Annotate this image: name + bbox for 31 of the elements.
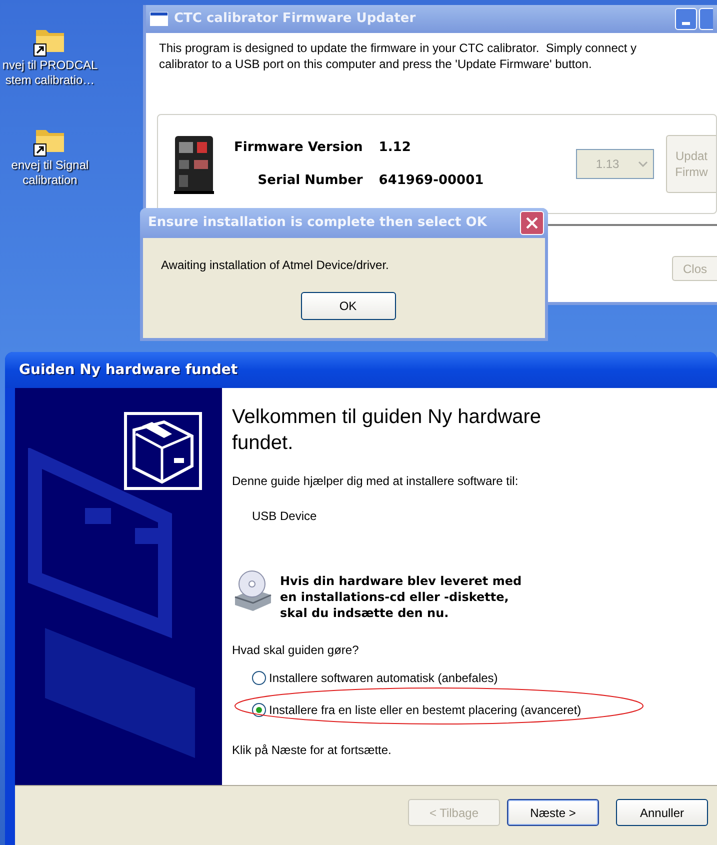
wizard-button[interactable]: Næste >	[507, 799, 599, 826]
dialog-message: Awaiting installation of Atmel Device/driver.	[161, 257, 390, 274]
ok-button[interactable]: OK	[300, 292, 396, 320]
dialog-title: Ensure installation is complete then select OK	[148, 214, 487, 232]
radio-button[interactable]	[252, 671, 266, 685]
radio-option[interactable]: Installere fra en liste eller en bestemt placering (avanceret)	[252, 701, 717, 719]
desktop-icon-label[interactable]: nvej til PRODCAL stem calibratio…	[2, 58, 98, 88]
radio-button[interactable]	[252, 703, 266, 717]
continue-hint: Klik på Næste for at fortsætte.	[232, 742, 392, 759]
minimize-button[interactable]	[675, 8, 697, 30]
close-icon	[526, 217, 538, 229]
question-text: Hvad skal guiden gøre?	[232, 642, 360, 659]
field-label: Firmware Version	[234, 138, 363, 156]
cd-drive-icon	[232, 569, 274, 611]
cd-notice: Hvis din hardware blev leveret med en installations-cd eller -diskette, skal du indsætte den nu.	[280, 573, 522, 621]
intro-text: Denne guide hjælper dig med at installere software til:	[232, 473, 520, 490]
wizard-button[interactable]: Annuller	[616, 799, 708, 826]
hardware-card-icon	[124, 412, 202, 490]
device-name: USB Device	[252, 508, 318, 525]
window-title: CTC calibrator Firmware Updater	[174, 10, 416, 28]
field-label: Serial Number	[256, 172, 363, 190]
wizard-heading: Velkommen til guiden Ny hardware fundet.	[232, 405, 542, 456]
close-button[interactable]	[520, 211, 544, 235]
window-icon	[150, 12, 168, 26]
firmware-version-value: 1.12	[378, 138, 412, 156]
window-title: Guiden Ny hardware fundet	[19, 360, 238, 380]
calibrator-device-icon	[174, 133, 214, 195]
desktop-icon-label[interactable]: envej til Signal calibration	[11, 158, 89, 188]
intro-text: This program is designed to update the firmware in your CTC calibrator. Simply connect y calibrator to a USB port on this computer and press the 'Update Firmware' button.	[159, 40, 638, 72]
serial-number-value: 641969-00001	[378, 172, 484, 190]
radio-option[interactable]: Installere softwaren automatisk (anbefales)	[252, 669, 717, 687]
